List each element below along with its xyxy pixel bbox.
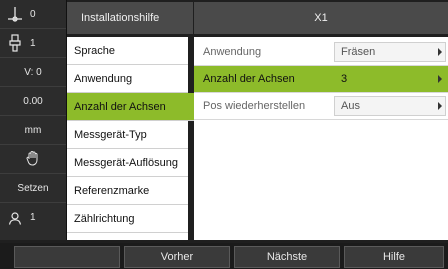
status-set[interactable]: Setzen bbox=[0, 174, 66, 203]
softkey-label: Nächste bbox=[266, 251, 308, 263]
caret-right-icon bbox=[438, 102, 442, 110]
status-feed[interactable]: V: 0 bbox=[0, 58, 66, 87]
status-feed-value: V: 0 bbox=[24, 66, 42, 78]
status-origin[interactable]: 0 bbox=[0, 0, 66, 29]
setting-label: Anzahl der Achsen bbox=[203, 73, 295, 85]
menu-item-referenzmarke[interactable]: Referenzmarke bbox=[67, 177, 188, 205]
menu-item-label: Anzahl der Achsen bbox=[74, 100, 166, 113]
menu-item-label: Referenzmarke bbox=[74, 184, 150, 197]
caret-right-icon bbox=[438, 75, 442, 83]
setting-dropdown-anzahl-der-achsen[interactable]: 3 bbox=[334, 69, 446, 89]
status-bar: 0 1 V: 0 0.00 mm Setzen 1 bbox=[0, 0, 67, 240]
status-speed[interactable]: 0.00 bbox=[0, 87, 66, 116]
screen: 0 1 V: 0 0.00 mm Setzen 1 Installationsh… bbox=[0, 0, 448, 269]
setting-label: Anwendung bbox=[203, 46, 262, 58]
menu-item-label: Sprache bbox=[74, 44, 115, 57]
menu-item-label: Messgerät-Typ bbox=[74, 128, 147, 141]
previous-button[interactable]: Vorher bbox=[124, 246, 230, 268]
axis-origin-icon bbox=[0, 6, 30, 22]
status-tool[interactable]: 1 bbox=[0, 29, 66, 58]
setting-dropdown-anwendung[interactable]: Fräsen bbox=[334, 42, 446, 62]
menu-item-anzahl-der-achsen[interactable]: Anzahl der Achsen bbox=[67, 93, 194, 121]
status-unit-value: mm bbox=[24, 124, 42, 136]
help-button[interactable]: Hilfe bbox=[344, 246, 444, 268]
status-user[interactable]: 1 bbox=[0, 203, 66, 232]
menu-item-label: Anwendung bbox=[74, 72, 133, 85]
softkey-label: Vorher bbox=[160, 251, 194, 263]
setting-dropdown-pos-wiederherstellen[interactable]: Aus bbox=[334, 96, 446, 116]
softkey-bar: Vorher Nächste Hilfe bbox=[0, 243, 448, 269]
menu-header-title: Installationshilfe bbox=[81, 12, 160, 24]
status-speed-value: 0.00 bbox=[23, 95, 43, 107]
settings-menu: Sprache Anwendung Anzahl der Achsen Mess… bbox=[67, 37, 194, 240]
setting-row-anwendung[interactable]: Anwendung Fräsen bbox=[194, 39, 448, 66]
setting-value: 3 bbox=[341, 73, 348, 85]
softkey-label: Hilfe bbox=[382, 251, 405, 263]
tool-icon bbox=[0, 34, 30, 52]
menu-item-label: Zählrichtung bbox=[74, 212, 135, 225]
status-manual[interactable] bbox=[0, 145, 66, 174]
status-user-value: 1 bbox=[30, 212, 36, 223]
menu-item-messgeraet-aufloesung[interactable]: Messgerät-Auflösung bbox=[67, 149, 188, 177]
menu-item-zaehlrichtung[interactable]: Zählrichtung bbox=[67, 205, 188, 233]
status-tool-value: 1 bbox=[30, 37, 36, 49]
panel-header: X1 bbox=[194, 2, 448, 34]
settings-panel: Anwendung Fräsen Anzahl der Achsen 3 Pos… bbox=[194, 37, 448, 240]
setting-label: Pos wiederherstellen bbox=[203, 100, 306, 112]
softkey-blank[interactable] bbox=[14, 246, 120, 268]
setting-row-anzahl-der-achsen[interactable]: Anzahl der Achsen 3 bbox=[194, 66, 448, 93]
menu-item-label: Messgerät-Auflösung bbox=[74, 156, 178, 169]
caret-right-icon bbox=[438, 48, 442, 56]
setting-value: Fräsen bbox=[341, 46, 376, 58]
menu-header: Installationshilfe bbox=[67, 2, 193, 34]
next-button[interactable]: Nächste bbox=[234, 246, 340, 268]
panel-header-title: X1 bbox=[314, 12, 328, 24]
hand-icon bbox=[26, 150, 40, 169]
setting-value: Aus bbox=[341, 100, 360, 112]
menu-item-sprache[interactable]: Sprache bbox=[67, 37, 188, 65]
setting-row-pos-wiederherstellen[interactable]: Pos wiederherstellen Aus bbox=[194, 93, 448, 120]
status-origin-value: 0 bbox=[30, 8, 36, 20]
menu-item-messgeraet-typ[interactable]: Messgerät-Typ bbox=[67, 121, 188, 149]
status-set-label: Setzen bbox=[17, 182, 49, 194]
menu-item-anwendung[interactable]: Anwendung bbox=[67, 65, 188, 93]
status-unit[interactable]: mm bbox=[0, 116, 66, 145]
user-icon bbox=[0, 211, 30, 225]
